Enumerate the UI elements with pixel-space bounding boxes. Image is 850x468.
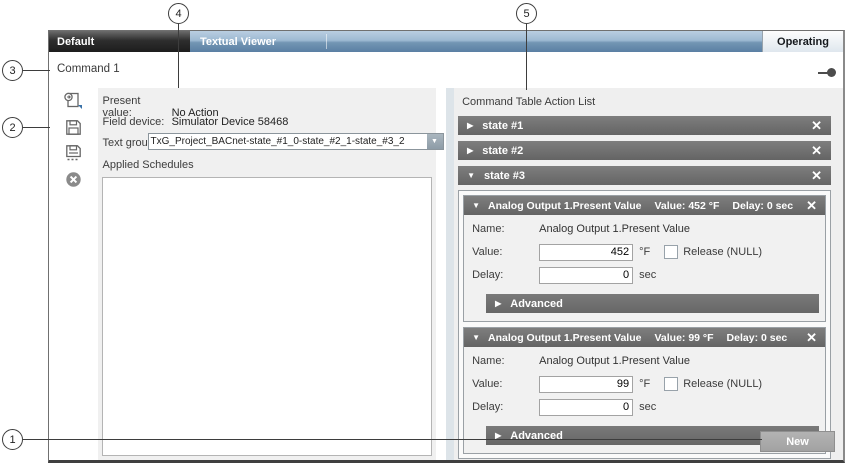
- delay-label: Delay:: [472, 269, 539, 281]
- state-row[interactable]: ▶ state #2 ✕: [458, 141, 831, 160]
- name-label: Name:: [472, 223, 539, 235]
- advanced-label: Advanced: [510, 298, 563, 310]
- field-device-row: Field device: Simulator Device 58468: [103, 116, 289, 130]
- action-header-delay: Delay: 0 sec: [732, 200, 793, 212]
- pin-icon[interactable]: [818, 68, 836, 77]
- state-label: state #2: [482, 145, 523, 157]
- action-value-row: Value: °F Release (NULL): [472, 375, 817, 393]
- window-body: Present value: No Action Field device: S…: [49, 88, 843, 460]
- field-device-text: Simulator Device 58468: [172, 116, 289, 128]
- callout-4-line: [178, 24, 180, 88]
- state-row[interactable]: ▶ state #1 ✕: [458, 116, 831, 135]
- titlebar-separator: [326, 34, 327, 49]
- callout-5: 5: [516, 3, 537, 24]
- command-detail-panel: Present value: No Action Field device: S…: [98, 88, 437, 460]
- command-title: Command 1: [57, 63, 120, 75]
- callout-2-line: [23, 127, 50, 129]
- new-button-label: New: [786, 436, 809, 448]
- advanced-expander[interactable]: ▶ Advanced: [486, 294, 819, 313]
- applied-schedules-label: Applied Schedules: [103, 159, 194, 171]
- action-header[interactable]: ▼ Analog Output 1.Present Value Value: 9…: [464, 328, 825, 347]
- name-value: Analog Output 1.Present Value: [539, 355, 690, 367]
- callout-4: 4: [168, 3, 189, 24]
- value-label: Value:: [472, 378, 539, 390]
- tab-strip: Textual Viewer: [190, 31, 762, 52]
- tab-textual-viewer[interactable]: Textual Viewer: [190, 36, 276, 48]
- chevron-right-icon[interactable]: ▶: [467, 122, 473, 130]
- release-null-checkbox[interactable]: [664, 245, 678, 259]
- close-icon[interactable]: ✕: [806, 331, 817, 344]
- close-icon[interactable]: ✕: [811, 144, 822, 157]
- value-input[interactable]: [539, 244, 633, 261]
- delay-input[interactable]: [539, 399, 633, 416]
- action-list-panel: Command Table Action List ▶ state #1 ✕ ▶…: [454, 88, 843, 460]
- present-value-row: Present value: No Action: [103, 95, 219, 109]
- chevron-down-icon[interactable]: ▼: [427, 134, 443, 149]
- delay-input[interactable]: [539, 267, 633, 284]
- action-header-name: Analog Output 1.Present Value: [488, 332, 641, 344]
- chevron-right-icon[interactable]: ▶: [467, 147, 473, 155]
- name-label: Name:: [472, 355, 539, 367]
- action-name-row: Name: Analog Output 1.Present Value: [472, 220, 817, 238]
- close-icon[interactable]: ✕: [811, 119, 822, 132]
- state-label: state #1: [482, 120, 523, 132]
- delay-label: Delay:: [472, 401, 539, 413]
- callout-2: 2: [2, 117, 23, 138]
- action-delay-row: Delay: sec: [472, 398, 817, 416]
- text-group-selected-value: TxG_Project_BACnet-state_#1_0-state_#2_1…: [149, 136, 427, 147]
- execute-command-icon[interactable]: [62, 91, 84, 111]
- toolbar-column: [49, 88, 98, 460]
- release-null-label: Release (NULL): [683, 378, 762, 390]
- value-input[interactable]: [539, 376, 633, 393]
- chevron-down-icon[interactable]: ▼: [472, 333, 480, 342]
- action-header[interactable]: ▼ Analog Output 1.Present Value Value: 4…: [464, 196, 825, 215]
- callout-1-line: [23, 439, 762, 441]
- name-value: Analog Output 1.Present Value: [539, 223, 690, 235]
- operating-mode-label: Operating: [777, 36, 829, 48]
- save-icon[interactable]: [62, 117, 84, 137]
- action-header-delay: Delay: 0 sec: [727, 332, 788, 344]
- tab-default[interactable]: Default: [49, 31, 190, 52]
- callout-3: 3: [2, 60, 23, 81]
- operating-mode-badge[interactable]: Operating: [762, 31, 843, 52]
- value-unit: °F: [639, 246, 650, 258]
- action-list-title: Command Table Action List: [462, 96, 831, 108]
- screenshot-stage: Default Textual Viewer Operating Command…: [0, 0, 850, 468]
- command-header-row: Command 1: [49, 52, 843, 88]
- release-null-checkbox[interactable]: [664, 377, 678, 391]
- text-group-select[interactable]: TxG_Project_BACnet-state_#1_0-state_#2_1…: [148, 133, 444, 150]
- delay-unit: sec: [639, 269, 656, 281]
- action-value-row: Value: °F Release (NULL): [472, 243, 817, 261]
- action-header-value: Value: 452 °F: [654, 200, 719, 212]
- chevron-right-icon[interactable]: ▶: [495, 299, 501, 308]
- application-window: Default Textual Viewer Operating Command…: [48, 30, 845, 463]
- close-icon[interactable]: ✕: [811, 169, 822, 182]
- action-block: ▼ Analog Output 1.Present Value Value: 4…: [463, 195, 826, 322]
- action-header-value: Value: 99 °F: [654, 332, 713, 344]
- state-label: state #3: [484, 170, 525, 182]
- field-device-label: Field device:: [103, 116, 169, 128]
- callout-5-line: [526, 24, 528, 90]
- tab-default-label: Default: [57, 36, 94, 48]
- chevron-down-icon[interactable]: ▼: [472, 201, 480, 210]
- callout-1: 1: [2, 429, 23, 450]
- applied-schedules-list[interactable]: [102, 177, 433, 456]
- action-delay-row: Delay: sec: [472, 266, 817, 284]
- release-null-label: Release (NULL): [683, 246, 762, 258]
- save-as-icon[interactable]: [62, 143, 84, 163]
- value-label: Value:: [472, 246, 539, 258]
- panel-splitter[interactable]: [446, 88, 455, 460]
- close-icon[interactable]: ✕: [806, 199, 817, 212]
- action-name-row: Name: Analog Output 1.Present Value: [472, 352, 817, 370]
- title-bar: Default Textual Viewer Operating: [49, 31, 843, 52]
- chevron-down-icon[interactable]: ▼: [467, 172, 475, 180]
- new-button[interactable]: New: [760, 431, 835, 452]
- callout-3-line: [23, 70, 50, 72]
- cancel-icon[interactable]: [62, 169, 84, 189]
- state-row[interactable]: ▼ state #3 ✕: [458, 166, 831, 185]
- delay-unit: sec: [639, 401, 656, 413]
- state3-action-group: ▼ Analog Output 1.Present Value Value: 4…: [458, 190, 831, 459]
- value-unit: °F: [639, 378, 650, 390]
- action-header-name: Analog Output 1.Present Value: [488, 200, 641, 212]
